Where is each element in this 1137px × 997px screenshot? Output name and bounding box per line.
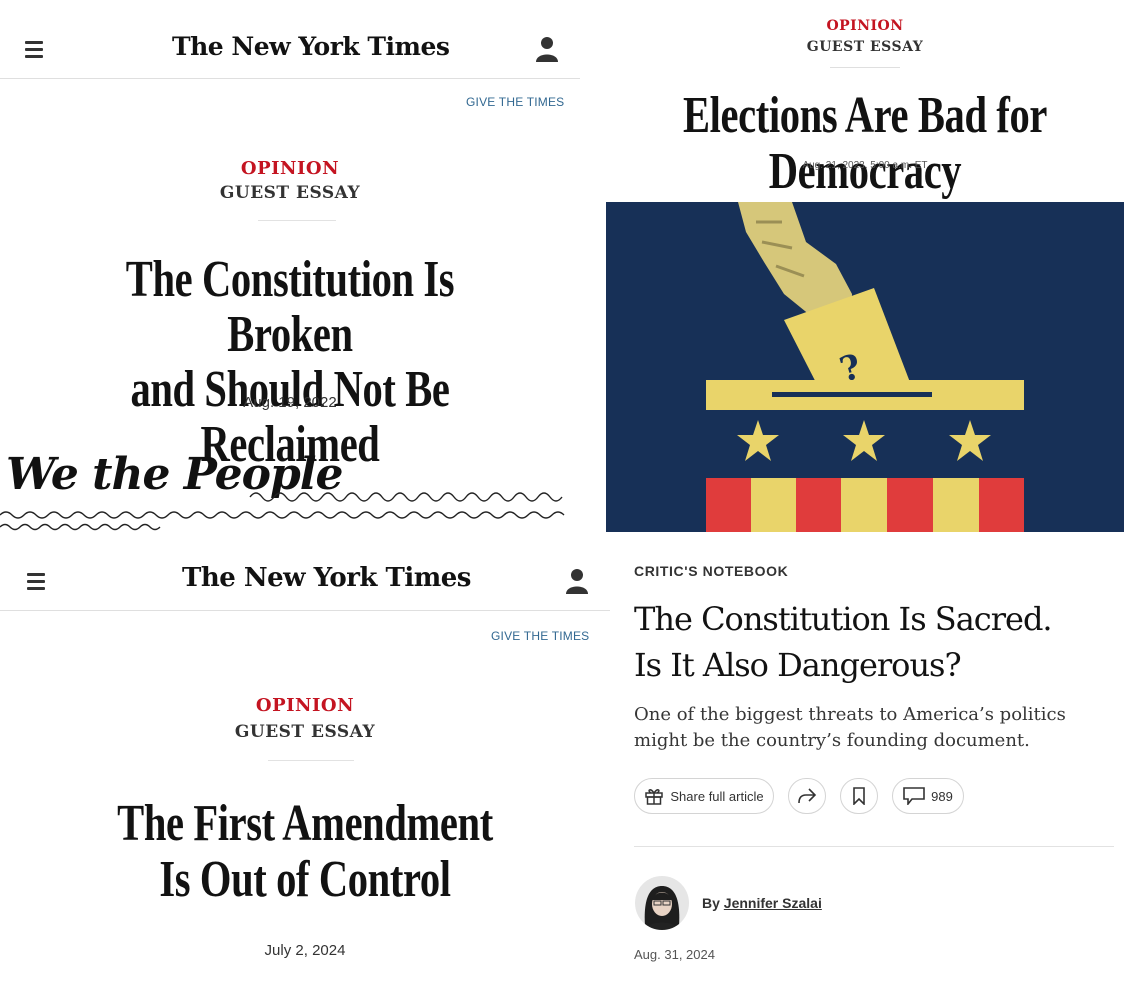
- nyt-masthead[interactable]: The New York Times: [182, 563, 471, 593]
- give-the-times-link[interactable]: GIVE THE TIMES: [466, 95, 564, 109]
- save-button[interactable]: [840, 778, 878, 814]
- share-full-article-button[interactable]: Share full article: [634, 778, 774, 814]
- section-divider: [830, 67, 900, 68]
- author-avatar[interactable]: [635, 876, 689, 930]
- guest-essay-label: GUEST ESSAY: [219, 183, 361, 203]
- bookmark-icon: [853, 787, 865, 805]
- author-link[interactable]: Jennifer Szalai: [724, 895, 822, 911]
- byline-prefix: By: [702, 895, 720, 911]
- share-label: Share full article: [670, 788, 764, 804]
- share-arrow-icon: [798, 788, 817, 804]
- gift-icon: [645, 789, 664, 805]
- ballot-box-illustration: ?: [606, 202, 1124, 532]
- publish-date: Aug. 21, 2023, 5:00 a.m. ET: [802, 160, 928, 171]
- opinion-label: OPINION: [255, 695, 355, 716]
- opinion-label: OPINION: [826, 18, 904, 34]
- nyt-masthead[interactable]: The New York Times: [172, 32, 450, 61]
- publish-date: Aug. 31, 2024: [634, 947, 715, 962]
- byline: By Jennifer Szalai: [702, 895, 822, 911]
- header-divider: [0, 78, 580, 79]
- account-icon[interactable]: [566, 568, 588, 599]
- share-button[interactable]: [788, 778, 826, 814]
- account-icon[interactable]: [536, 36, 558, 67]
- guest-essay-label: GUEST ESSAY: [806, 39, 924, 55]
- byline-divider: [634, 846, 1114, 847]
- article-headline: The First Amendment Is Out of Control: [117, 795, 493, 908]
- we-the-people-image: We the People: [0, 447, 580, 537]
- comment-count: 989: [931, 788, 953, 804]
- section-divider: [268, 760, 354, 761]
- publish-date: Aug. 19, 2022: [243, 394, 337, 411]
- menu-icon[interactable]: [27, 573, 45, 594]
- article-headline: The Constitution Is Sacred. Is It Also D…: [634, 600, 1053, 684]
- article-summary: One of the biggest threats to America’s …: [634, 704, 1066, 751]
- guest-essay-label: GUEST ESSAY: [234, 722, 376, 742]
- opinion-label: OPINION: [240, 158, 340, 179]
- article-headline: Elections Are Bad for Democracy: [683, 87, 1047, 200]
- header-divider: [0, 610, 610, 611]
- section-divider: [258, 220, 336, 221]
- give-the-times-link[interactable]: GIVE THE TIMES: [491, 629, 589, 643]
- publish-date: July 2, 2024: [264, 942, 346, 959]
- comments-button[interactable]: 989: [892, 778, 964, 814]
- comment-icon: [903, 787, 925, 805]
- section-kicker[interactable]: CRITIC'S NOTEBOOK: [634, 563, 788, 579]
- article-headline: The Constitution Is Broken and Should No…: [125, 251, 455, 473]
- menu-icon[interactable]: [25, 41, 43, 62]
